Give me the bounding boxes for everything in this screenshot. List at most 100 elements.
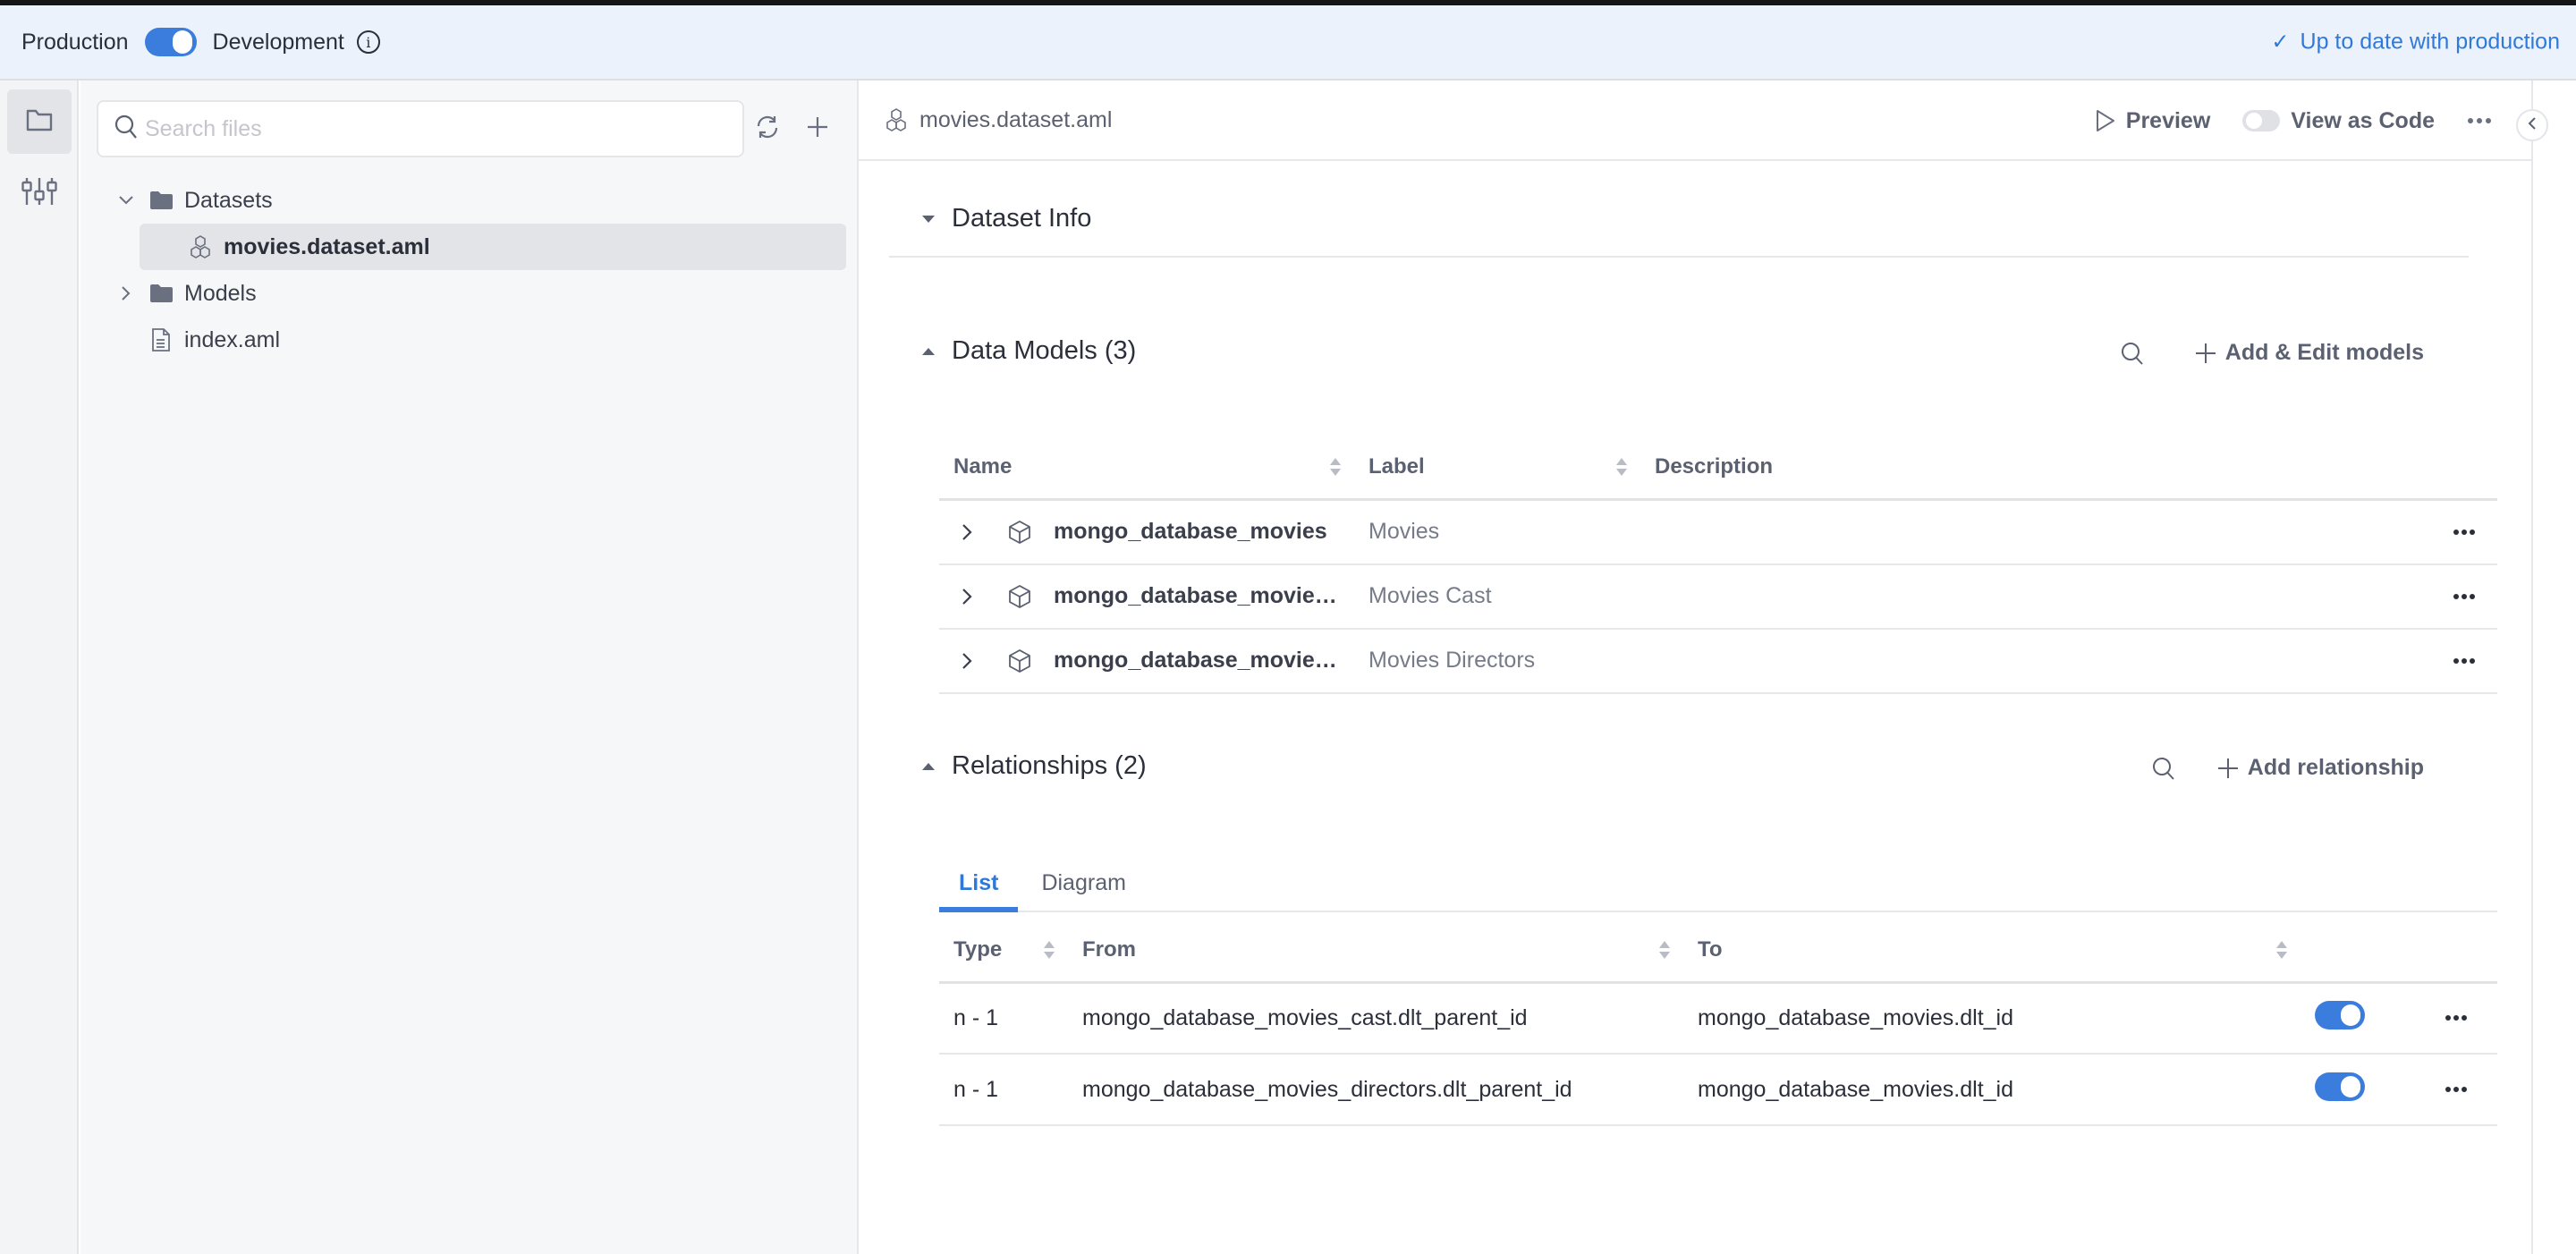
model-name: mongo_database_movies... <box>1054 583 1340 608</box>
data-models-header[interactable]: Data Models (3) <box>918 336 1136 366</box>
add-edit-models-button[interactable]: Add & Edit models <box>2195 340 2424 366</box>
table-row[interactable]: n - 1 mongo_database_movies_directors.dl… <box>939 1054 2497 1126</box>
model-description <box>1640 563 2417 630</box>
column-header-label[interactable]: Label <box>1354 436 1640 501</box>
relationship-enabled-toggle[interactable] <box>2315 1000 2365 1029</box>
row-more-button[interactable] <box>2415 1086 2497 1093</box>
view-as-code-toggle[interactable] <box>2242 110 2281 131</box>
data-models-title: Data Models (3) <box>952 336 1137 365</box>
row-more-button[interactable] <box>2415 1014 2497 1021</box>
plus-icon <box>2217 758 2239 779</box>
environment-mode-toggle[interactable] <box>144 28 197 56</box>
column-header-description: Description <box>1640 436 2417 501</box>
model-label: Movies Directors <box>1368 648 1536 673</box>
document-icon <box>148 327 174 352</box>
tree-item-movies-dataset[interactable]: movies.dataset.aml <box>140 224 846 270</box>
tree-item-datasets[interactable]: Datasets <box>80 177 859 224</box>
tree-item-label: Models <box>184 280 257 306</box>
editor-file-title: movies.dataset.aml <box>884 107 1112 133</box>
tree-item-index[interactable]: index.aml <box>80 317 859 363</box>
chevron-right-icon[interactable] <box>953 588 980 606</box>
relationship-type: n - 1 <box>939 982 1068 1055</box>
tree-item-models[interactable]: Models <box>80 270 859 317</box>
divider <box>889 256 2469 258</box>
files-view-button[interactable] <box>7 89 72 154</box>
table-row[interactable]: mongo_database_movies... Movies Director… <box>939 628 2497 694</box>
relationship-enabled-toggle[interactable] <box>2315 1072 2365 1101</box>
refresh-button[interactable] <box>750 111 785 147</box>
more-horizontal-icon <box>2467 113 2492 129</box>
tab-list[interactable]: List <box>939 855 1019 912</box>
activity-bar <box>0 80 79 1254</box>
row-more-button[interactable] <box>2431 529 2497 536</box>
production-label: Production <box>21 29 129 55</box>
column-header-type[interactable]: Type <box>939 919 1068 984</box>
table-row[interactable]: n - 1 mongo_database_movies_cast.dlt_par… <box>939 982 2497 1055</box>
chevron-right-icon[interactable] <box>953 652 980 670</box>
relationships-header[interactable]: Relationships (2) <box>918 751 1147 781</box>
relationships-tools: Add relationship <box>2151 755 2424 781</box>
sort-icon[interactable] <box>1043 940 1055 960</box>
data-models-tools: Add & Edit models <box>2120 340 2424 366</box>
relationships-table: Type From To n - 1 mongo_database_movies… <box>939 919 2497 1126</box>
search-files-box[interactable] <box>97 100 744 157</box>
tab-diagram[interactable]: Diagram <box>1021 855 1145 911</box>
search-files-input[interactable] <box>145 115 717 142</box>
sort-icon[interactable] <box>2275 940 2288 960</box>
editor-header: movies.dataset.aml Preview View as Code <box>859 80 2531 161</box>
row-more-button[interactable] <box>2431 593 2497 600</box>
settings-view-button[interactable] <box>7 161 72 225</box>
column-header-to[interactable]: To <box>1683 919 2301 984</box>
relationships-tabs: List Diagram <box>939 855 2497 912</box>
tree-item-label: movies.dataset.aml <box>224 233 430 259</box>
relationship-to: mongo_database_movies.dlt_id <box>1683 982 2301 1055</box>
caret-down-icon <box>918 215 939 224</box>
relationship-from: mongo_database_movies_directors.dlt_pare… <box>1068 1054 1683 1126</box>
editor-more-button[interactable] <box>2467 113 2492 129</box>
dataset-editor: movies.dataset.aml Preview View as Code … <box>859 80 2533 1254</box>
play-icon <box>2096 109 2115 132</box>
check-icon: ✓ <box>2271 30 2290 55</box>
editor-file-name: movies.dataset.aml <box>919 106 1113 132</box>
search-relationships-button[interactable] <box>2151 756 2176 781</box>
chevron-right-icon[interactable] <box>116 284 136 303</box>
expand-right-panel-button[interactable] <box>2516 109 2548 141</box>
folder-icon <box>25 107 54 137</box>
relationship-from: mongo_database_movies_cast.dlt_parent_id <box>1068 982 1683 1055</box>
dataset-cubes-icon <box>884 107 909 132</box>
tree-item-label: index.aml <box>184 326 280 352</box>
relationship-type: n - 1 <box>939 1054 1068 1126</box>
plus-icon <box>2195 343 2216 364</box>
sync-status: ✓ Up to date with production <box>2271 30 2560 55</box>
preview-button[interactable]: Preview <box>2096 108 2210 134</box>
info-icon[interactable]: i <box>356 30 380 54</box>
model-name: mongo_database_movies <box>1054 519 1327 544</box>
table-row[interactable]: mongo_database_movies... Movies Cast <box>939 563 2497 630</box>
sort-icon[interactable] <box>1658 940 1671 960</box>
chevron-right-icon[interactable] <box>953 523 980 541</box>
sort-icon[interactable] <box>1329 457 1342 477</box>
model-label: Movies <box>1368 519 1440 544</box>
caret-up-icon <box>918 347 939 356</box>
chevron-down-icon[interactable] <box>116 191 136 210</box>
row-more-button[interactable] <box>2431 657 2497 665</box>
relationship-to: mongo_database_movies.dlt_id <box>1683 1054 2301 1126</box>
search-models-button[interactable] <box>2120 341 2145 366</box>
dataset-cubes-icon <box>188 234 213 259</box>
add-file-button[interactable] <box>800 111 835 147</box>
table-row[interactable]: mongo_database_movies Movies <box>939 499 2497 565</box>
file-explorer: Datasets movies.dataset.aml Models <box>80 80 859 1254</box>
sort-icon[interactable] <box>1615 457 1628 477</box>
column-header-name[interactable]: Name <box>939 436 1354 501</box>
column-header-from[interactable]: From <box>1068 919 1683 984</box>
sliders-icon <box>21 177 57 210</box>
add-relationship-button[interactable]: Add relationship <box>2217 755 2424 781</box>
model-cube-icon <box>1007 520 1032 545</box>
view-as-code-label[interactable]: View as Code <box>2291 108 2435 134</box>
dataset-info-header[interactable]: Dataset Info <box>918 204 1091 233</box>
table-header-row: Type From To <box>939 919 2497 984</box>
environment-header: Production Development i ✓ Up to date wi… <box>0 5 2576 80</box>
chevron-left-icon <box>2528 116 2537 135</box>
caret-up-icon <box>918 762 939 771</box>
search-icon <box>114 114 138 144</box>
